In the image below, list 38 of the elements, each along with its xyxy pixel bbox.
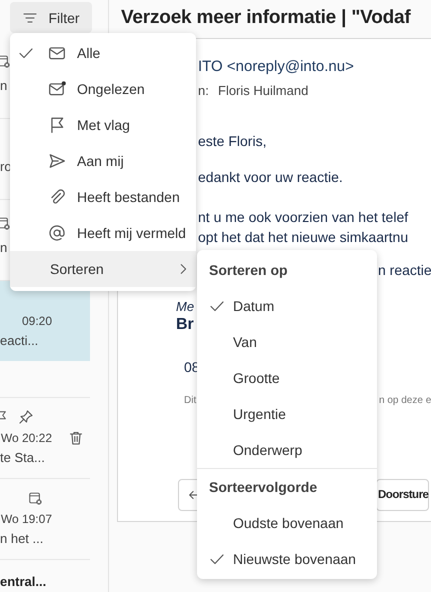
message-preview: entral... [0, 573, 46, 591]
menu-heading: Sorteren op [208, 261, 289, 280]
menu-item-label: Alle [77, 45, 100, 61]
body-text: nt u me ook voorzien van het telef [198, 209, 408, 225]
menu-item-label: Van [233, 334, 257, 350]
menu-item-label: Oudste bovenaan [233, 515, 344, 531]
disclaimer-text: n op deze e [379, 395, 431, 406]
menu-item-label: Heeft mij vermeld [77, 225, 186, 241]
sender-address: ITO <noreply@into.nu> [198, 58, 354, 75]
menu-item-label: Heeft bestanden [77, 189, 180, 205]
menu-item-label: Datum [233, 298, 274, 314]
body-text: este Floris, [198, 133, 266, 149]
message-time: Wo 20:22 [0, 430, 52, 447]
menu-item-label: Ongelezen [77, 81, 145, 97]
menu-heading: Sorteervolgorde [208, 478, 318, 497]
message-time: 09:20 [20, 313, 52, 330]
menu-item-label: Urgentie [233, 406, 286, 422]
message-time: Wo 19:07 [0, 511, 52, 528]
message-preview: eacti... [0, 332, 38, 350]
quote-label: Me [176, 299, 194, 314]
body-text: n reactie [378, 262, 431, 278]
message-preview: n het ... [0, 530, 44, 548]
recipient-name: Floris Huilmand [218, 83, 308, 98]
message-preview: te Sta... [0, 449, 45, 467]
menu-item-label: Onderwerp [233, 442, 302, 458]
body-text: opt het dat het nieuwe simkaartnu [198, 229, 408, 245]
menu-item-label: Sorteren [50, 261, 104, 277]
quote-name: Br [176, 316, 194, 334]
menu-item-label: Met vlag [77, 117, 130, 133]
message-preview: n [0, 239, 8, 257]
menu-item-label: Nieuwste bovenaan [233, 551, 356, 567]
body-text: edankt voor uw reactie. [198, 169, 343, 185]
message-title: Verzoek meer informatie | "Vodaf [120, 6, 412, 30]
recipient-label: n: [198, 83, 209, 98]
menu-item-label: Grootte [233, 370, 280, 386]
menu-item-label: Aan mij [77, 153, 124, 169]
disclaimer-text: Dit [184, 395, 196, 406]
message-preview: n [0, 77, 8, 95]
